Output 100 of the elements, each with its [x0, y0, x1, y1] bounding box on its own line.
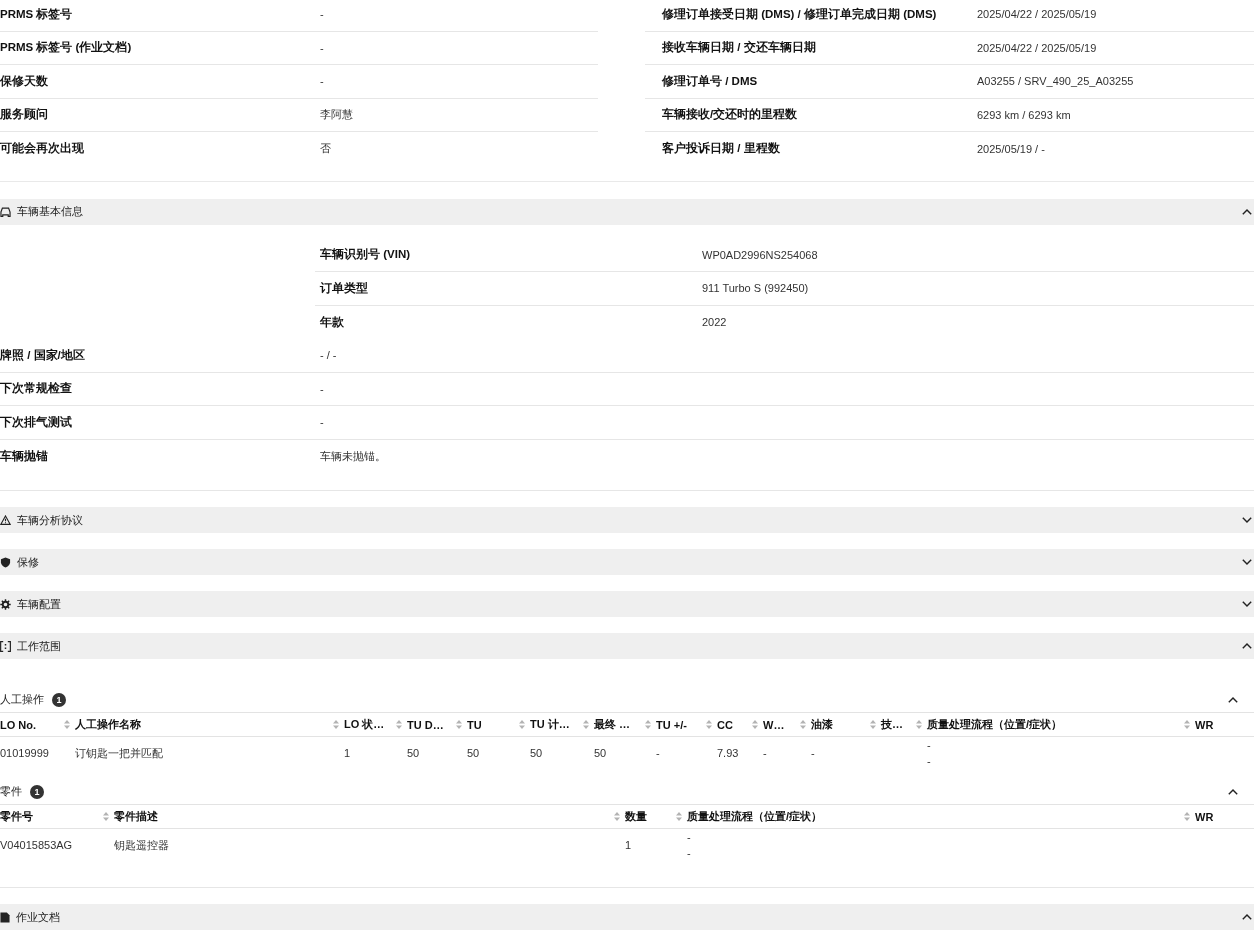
column-header[interactable]: TU D…: [396, 718, 456, 731]
table-title: 零件: [0, 784, 22, 799]
table-cell-text: 订钥匙一把并匹配: [75, 746, 163, 761]
field-value: 2025/05/19 / -: [977, 142, 1046, 155]
field-label: 保修天数: [0, 73, 49, 89]
sort-icon[interactable]: [396, 720, 402, 729]
column-header[interactable]: LO No.: [0, 718, 64, 731]
sort-icon[interactable]: [870, 720, 876, 729]
sort-icon[interactable]: [706, 720, 712, 729]
field-label: PRMS 标签号: [0, 6, 74, 22]
field-label: 修理订单接受日期 (DMS) / 修理订单完成日期 (DMS): [662, 6, 938, 22]
field-value: -: [320, 75, 325, 88]
chevron-up-icon[interactable]: [1228, 788, 1238, 795]
sort-icon[interactable]: [800, 720, 806, 729]
field-value: -: [320, 416, 325, 429]
shield-icon: [0, 556, 11, 568]
column-header[interactable]: 质量处理流程（位置/症状）: [916, 717, 1184, 732]
field-label: 车辆抛锚: [0, 448, 49, 464]
table-cell-text: V04015853AG: [0, 838, 73, 853]
sort-icon[interactable]: [103, 812, 109, 821]
field-label: 下次排气测试: [0, 414, 73, 430]
list-icon: [0, 640, 11, 652]
field-value: 2025/04/22 / 2025/05/19: [977, 41, 1098, 54]
field-value: -: [320, 382, 325, 395]
table-title: 人工操作: [0, 692, 44, 707]
field-label: 车辆接收/交还时的里程数: [662, 107, 799, 123]
table-cell-text: 50: [407, 746, 420, 761]
sort-icon[interactable]: [456, 720, 462, 729]
sort-icon[interactable]: [333, 720, 339, 729]
sort-icon[interactable]: [676, 812, 682, 821]
table-cell-text: - -: [687, 830, 691, 861]
field-value: WP0AD2996NS254068: [702, 248, 819, 261]
column-header[interactable]: 零件号: [0, 809, 103, 824]
field-label: 车辆识别号 (VIN): [320, 247, 412, 263]
chevron-up-icon[interactable]: [1228, 696, 1238, 703]
sort-icon[interactable]: [916, 720, 922, 729]
table-cell-text: 1: [344, 746, 351, 761]
column-header[interactable]: 质量处理流程（位置/症状）: [676, 809, 1184, 824]
table-cell-text: 钥匙遥控器: [114, 838, 169, 853]
sort-icon[interactable]: [519, 720, 525, 729]
section-header[interactable]: 车辆分析协议: [0, 507, 1254, 533]
count-badge: 1: [30, 784, 44, 799]
sort-icon[interactable]: [614, 812, 620, 821]
field-label: 修理订单号 / DMS: [662, 73, 759, 89]
column-header[interactable]: 技…: [870, 717, 916, 732]
field-value: - / -: [320, 349, 338, 362]
sort-icon[interactable]: [1184, 720, 1190, 729]
field-value: A03255 / SRV_490_25_A03255: [977, 75, 1135, 88]
field-label: PRMS 标签号 (作业文档): [0, 40, 133, 56]
table-cell-text: 50: [594, 746, 607, 761]
section-header[interactable]: 车辆配置: [0, 591, 1254, 617]
sort-icon[interactable]: [64, 720, 70, 729]
column-header[interactable]: TU +/-: [645, 718, 706, 731]
column-header[interactable]: 油漆: [800, 717, 870, 732]
sort-icon[interactable]: [645, 720, 651, 729]
table-cell-text: 1: [625, 838, 632, 853]
column-header[interactable]: LO 状…: [333, 717, 396, 732]
field-value: 2022: [702, 316, 728, 329]
table-cell-text: 50: [467, 746, 480, 761]
gear-icon: [0, 598, 11, 610]
section-header[interactable]: 作业文档: [0, 904, 1254, 930]
field-label: 客户投诉日期 / 里程数: [662, 141, 781, 157]
field-label: 订单类型: [320, 280, 369, 296]
field-value: 6293 km / 6293 km: [977, 108, 1072, 121]
table-cell-text: 01019999: [0, 746, 49, 761]
section-header[interactable]: 车辆基本信息: [0, 198, 1254, 225]
field-value: 911 Turbo S (992450): [702, 282, 810, 295]
column-header[interactable]: TU 计…: [519, 717, 583, 732]
document-icon: [0, 911, 10, 923]
field-label: 接收车辆日期 / 交还车辆日期: [662, 40, 817, 56]
field-value: -: [320, 41, 325, 54]
section-header[interactable]: 工作范围: [0, 633, 1254, 659]
column-header[interactable]: W…: [752, 718, 800, 731]
field-value: 李阿慧: [320, 107, 354, 123]
section-header[interactable]: 保修: [0, 549, 1254, 575]
table-cell-text: - -: [927, 738, 931, 769]
sort-icon[interactable]: [752, 720, 758, 729]
warning-icon: [0, 515, 11, 525]
table-cell-text: -: [763, 746, 767, 761]
table-cell-text: -: [656, 746, 660, 761]
field-label: 服务顾问: [0, 107, 49, 123]
column-header[interactable]: 零件描述: [103, 809, 614, 824]
column-header[interactable]: CC: [706, 718, 752, 731]
column-header[interactable]: WR: [1184, 718, 1254, 731]
field-label: 下次常规检查: [0, 381, 73, 397]
count-badge: 1: [52, 692, 66, 707]
field-label: 可能会再次出现: [0, 141, 85, 157]
table-cell-text: -: [811, 746, 815, 761]
sort-icon[interactable]: [1184, 812, 1190, 821]
column-header[interactable]: 人工操作名称: [64, 717, 333, 732]
field-value: 否: [320, 141, 332, 157]
table-cell-text: 50: [530, 746, 543, 761]
column-header[interactable]: WR: [1184, 810, 1254, 823]
column-header[interactable]: 数量: [614, 809, 676, 824]
field-label: 牌照 / 国家/地区: [0, 347, 86, 363]
sort-icon[interactable]: [583, 720, 589, 729]
column-header[interactable]: TU: [456, 718, 519, 731]
column-header[interactable]: 最终 …: [583, 717, 645, 732]
field-value: 车辆未抛锚。: [320, 448, 387, 464]
field-label: 年款: [320, 314, 345, 330]
